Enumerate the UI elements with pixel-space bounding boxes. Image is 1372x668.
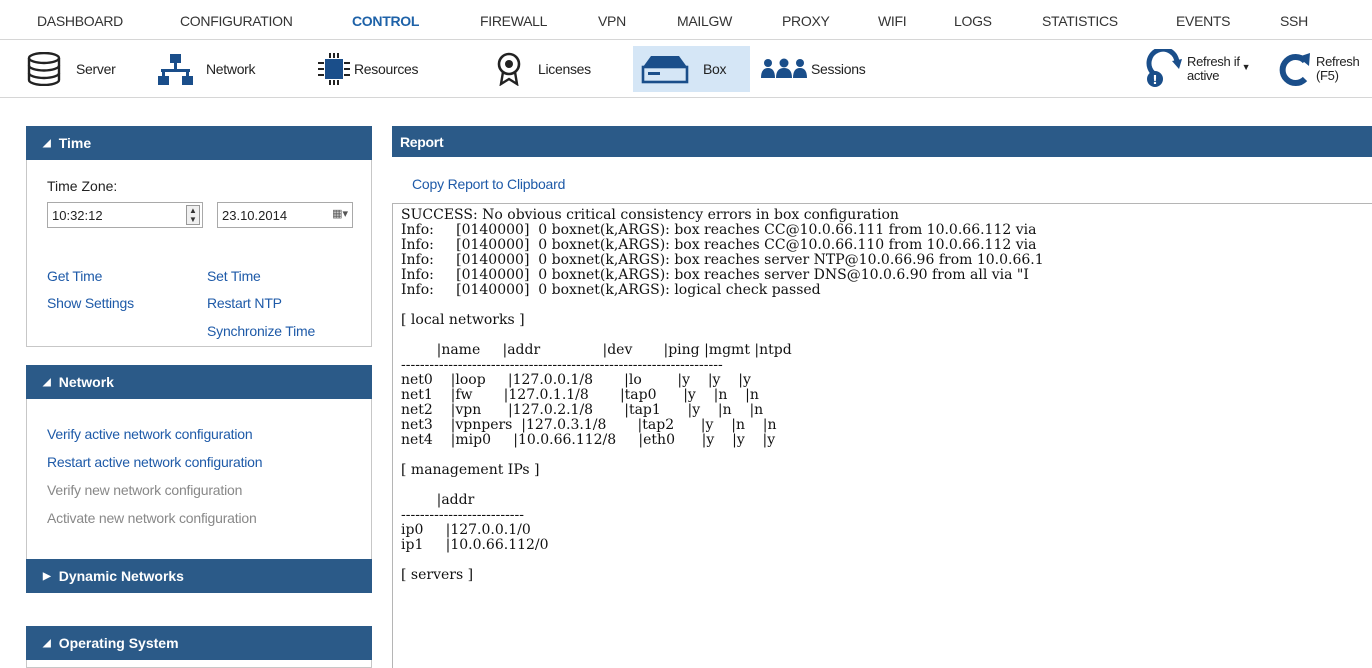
report-text: SUCCESS: No obvious critical consistency… <box>401 207 1044 583</box>
operating-system-panel-body <box>26 660 372 668</box>
top-navigation: DASHBOARD CONFIGURATION CONTROL FIREWALL… <box>0 0 1372 40</box>
nav-mailgw[interactable]: MAILGW <box>677 13 732 29</box>
box-icon <box>641 56 689 84</box>
dynamic-networks-panel-title: Dynamic Networks <box>58 568 184 584</box>
collapse-triangle-icon: ◢ <box>43 637 51 649</box>
network-panel: ◢ Network Verify active network configur… <box>26 365 372 570</box>
svg-text:!: ! <box>1152 73 1157 87</box>
badge-icon <box>497 52 521 86</box>
network-panel-header[interactable]: ◢ Network <box>26 365 372 399</box>
report-header: Report <box>392 126 1372 157</box>
time-panel-header[interactable]: ◢ Time <box>26 126 372 160</box>
nav-configuration[interactable]: CONFIGURATION <box>180 13 293 29</box>
nav-statistics[interactable]: STATISTICS <box>1042 13 1118 29</box>
operating-system-panel-title: Operating System <box>58 635 179 651</box>
timezone-label: Time Zone: <box>47 178 118 194</box>
refresh-if-active-label: Refresh if active <box>1187 54 1240 83</box>
dropdown-arrow-icon[interactable]: ▼ <box>1242 62 1251 72</box>
box-label: Box <box>703 61 727 77</box>
refresh-auto-icon: ! <box>1146 49 1182 87</box>
sessions-button[interactable]: Sessions <box>760 46 866 92</box>
network-panel-body: Verify active network configuration Rest… <box>26 399 372 570</box>
calendar-dropdown-icon[interactable]: ▦▾ <box>332 207 348 220</box>
restart-active-network-link[interactable]: Restart active network configuration <box>47 454 263 470</box>
database-icon <box>27 52 61 86</box>
collapse-triangle-icon: ◢ <box>43 376 51 388</box>
nav-proxy[interactable]: PROXY <box>782 13 830 29</box>
network-label: Network <box>206 61 256 77</box>
copy-report-link[interactable]: Copy Report to Clipboard <box>412 176 565 192</box>
network-icon <box>158 54 193 85</box>
time-spinner[interactable]: ▲ ▼ <box>186 205 200 225</box>
sessions-label: Sessions <box>811 61 866 77</box>
report-textarea[interactable]: SUCCESS: No obvious critical consistency… <box>392 203 1372 668</box>
refresh-label: Refresh (F5) <box>1316 54 1360 83</box>
chip-icon <box>318 53 350 85</box>
nav-wifi[interactable]: WIFI <box>878 13 907 29</box>
time-panel: ◢ Time Time Zone: 10:32:12 ▲ ▼ 23.10.2014… <box>26 126 372 347</box>
activate-new-network-link: Activate new network configuration <box>47 510 257 526</box>
synchronize-time-link[interactable]: Synchronize Time <box>207 323 315 339</box>
toolbar: Server Network Resources Licenses Box Se… <box>0 40 1372 98</box>
box-button[interactable]: Box <box>633 46 750 92</box>
nav-vpn[interactable]: VPN <box>598 13 626 29</box>
time-panel-title: Time <box>58 135 92 151</box>
verify-active-network-link[interactable]: Verify active network configuration <box>47 426 253 442</box>
get-time-link[interactable]: Get Time <box>47 268 102 284</box>
time-panel-body: Time Zone: 10:32:12 ▲ ▼ 23.10.2014 ▦▾ Get… <box>26 160 372 347</box>
collapse-triangle-icon: ◢ <box>43 137 51 149</box>
expand-triangle-icon: ▶ <box>43 570 51 582</box>
nav-control[interactable]: CONTROL <box>352 13 419 29</box>
dynamic-networks-panel: ▶ Dynamic Networks <box>26 559 372 593</box>
nav-events[interactable]: EVENTS <box>1176 13 1231 29</box>
operating-system-panel: ◢ Operating System <box>26 626 372 668</box>
nav-logs[interactable]: LOGS <box>954 13 992 29</box>
nav-dashboard[interactable]: DASHBOARD <box>37 13 123 29</box>
show-settings-link[interactable]: Show Settings <box>47 295 134 311</box>
licenses-label: Licenses <box>538 61 591 77</box>
server-button[interactable]: Server <box>26 46 116 92</box>
network-button[interactable]: Network <box>157 46 256 92</box>
date-value: 23.10.2014 <box>222 208 288 223</box>
server-label: Server <box>76 61 116 77</box>
resources-button[interactable]: Resources <box>316 46 419 92</box>
date-input[interactable]: 23.10.2014 ▦▾ <box>217 202 353 228</box>
set-time-link[interactable]: Set Time <box>207 268 261 284</box>
refresh-icon <box>1279 53 1310 86</box>
dynamic-networks-panel-header[interactable]: ▶ Dynamic Networks <box>26 559 372 593</box>
refresh-if-active-button[interactable]: ! Refresh if active ▼ <box>1145 46 1251 92</box>
time-input[interactable]: 10:32:12 ▲ ▼ <box>47 202 203 228</box>
network-panel-title: Network <box>58 374 114 390</box>
time-value: 10:32:12 <box>52 208 103 223</box>
licenses-button[interactable]: Licenses <box>494 46 591 92</box>
nav-firewall[interactable]: FIREWALL <box>480 13 547 29</box>
refresh-button[interactable]: Refresh (F5) <box>1276 46 1360 92</box>
users-icon <box>761 58 807 78</box>
verify-new-network-link: Verify new network configuration <box>47 482 243 498</box>
restart-ntp-link[interactable]: Restart NTP <box>207 295 282 311</box>
operating-system-panel-header[interactable]: ◢ Operating System <box>26 626 372 660</box>
nav-ssh[interactable]: SSH <box>1280 13 1308 29</box>
resources-label: Resources <box>354 61 419 77</box>
